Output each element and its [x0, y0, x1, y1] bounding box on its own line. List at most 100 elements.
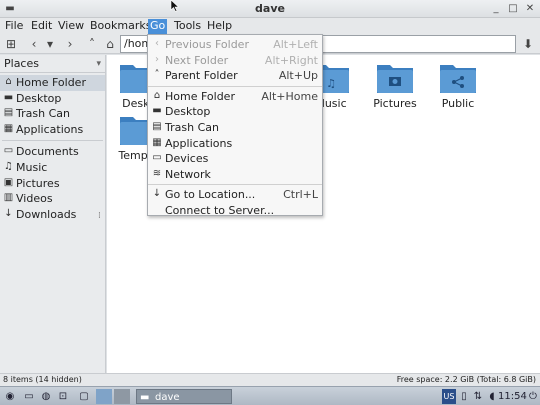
folder-item-public[interactable]: Public	[427, 61, 489, 110]
chevron-down-icon[interactable]: ▾	[96, 55, 101, 73]
menu-bookmarks[interactable]: Bookmarks	[88, 19, 153, 34]
new-tab-icon[interactable]: ⊞	[3, 36, 19, 52]
menu-item-home-folder[interactable]: ⌂ Home Folder Alt+Home	[148, 89, 322, 105]
trash-icon: ▤	[152, 120, 162, 132]
pictures-folder-icon	[377, 65, 413, 93]
menu-item-shortcut: Alt+Right	[264, 53, 318, 67]
sidebar-item-desktop[interactable]: ▬ Desktop	[0, 91, 105, 107]
public-folder-icon	[440, 65, 476, 93]
menu-item-trash-can[interactable]: ▤ Trash Can	[148, 120, 322, 136]
trash-icon: ▤	[3, 107, 14, 119]
menu-item-connect-to-server[interactable]: Connect to Server...	[148, 203, 322, 219]
menu-item-devices[interactable]: ▭ Devices	[148, 151, 322, 167]
taskbar-window-button[interactable]: ▬ dave	[136, 389, 232, 404]
forward-icon[interactable]: ›	[62, 36, 78, 52]
show-desktop-icon[interactable]: ▢	[76, 389, 92, 404]
battery-icon[interactable]: ▯	[458, 389, 470, 404]
sidebar-item-music[interactable]: ♫ Music	[0, 160, 105, 176]
sidebar-header[interactable]: Places ▾	[0, 55, 105, 73]
sidebar-item-label: Pictures	[16, 176, 60, 190]
menu-item-label: Applications	[165, 136, 233, 150]
svg-text:♫: ♫	[326, 77, 336, 90]
menu-item-label: Home Folder	[165, 89, 235, 103]
taskbar-window-label: dave	[155, 392, 180, 403]
status-item-count: 8 items (14 hidden)	[3, 375, 82, 384]
sidebar: Places ▾ ⌂ Home Folder ▬ Desktop ▤ Trash…	[0, 55, 106, 373]
back-icon[interactable]: ‹	[26, 36, 42, 52]
menu-item-go-to-location[interactable]: ↓ Go to Location... Ctrl+L	[148, 187, 322, 203]
menu-item-parent-folder[interactable]: ˄ Parent Folder Alt+Up	[148, 68, 322, 84]
go-menu: ‹ Previous Folder Alt+Left › Next Folder…	[147, 34, 323, 219]
home-icon[interactable]: ⌂	[102, 36, 118, 52]
network-status-icon[interactable]: ⇅	[472, 389, 484, 404]
menu-bar: File Edit View Bookmarks Go Tools Help	[0, 18, 540, 34]
menu-item-network[interactable]: ≋ Network	[148, 167, 322, 183]
menu-item-label: Desktop	[165, 105, 211, 119]
menu-item-label: Go to Location...	[165, 188, 256, 202]
desktop-icon: ▬	[152, 105, 162, 117]
go-arrow-icon[interactable]: ⬇	[520, 36, 536, 52]
file-manager-launcher-icon[interactable]: ▭	[22, 389, 36, 404]
status-bar: 8 items (14 hidden) Free space: 2.2 GiB …	[0, 373, 540, 386]
logout-icon[interactable]: ⏻	[528, 389, 538, 404]
close-icon[interactable]: ✕	[524, 3, 536, 15]
arrow-down-icon: ↓	[152, 188, 162, 200]
downloads-icon: ↓	[4, 207, 13, 219]
sidebar-item-label: Documents	[16, 145, 79, 159]
workspace-2[interactable]	[114, 389, 130, 404]
sidebar-item-videos[interactable]: ▥ Videos	[0, 191, 105, 207]
menu-view[interactable]: View	[56, 19, 86, 34]
menu-item-next-folder[interactable]: › Next Folder Alt+Right	[148, 53, 322, 69]
start-menu-icon[interactable]: ◉	[2, 389, 18, 404]
music-icon: ♫	[4, 160, 13, 172]
sidebar-item-label: Home Folder	[16, 76, 86, 89]
menu-item-applications[interactable]: ▦ Applications	[148, 136, 322, 152]
menu-edit[interactable]: Edit	[29, 19, 54, 34]
keyboard-layout[interactable]: US	[442, 389, 456, 404]
sidebar-item-downloads[interactable]: ↓ Downloads	[0, 207, 105, 223]
window-title: dave	[255, 2, 285, 15]
clock[interactable]: 11:54	[498, 389, 527, 404]
menu-tools[interactable]: Tools	[172, 19, 203, 34]
applications-icon: ▦	[3, 122, 14, 134]
volume-icon[interactable]: ◖	[486, 389, 498, 404]
sidebar-resize-handle[interactable]: ⁞	[98, 211, 101, 221]
menu-item-shortcut: Alt+Left	[273, 38, 318, 51]
menu-item-previous-folder[interactable]: ‹ Previous Folder Alt+Left	[148, 37, 322, 53]
taskbar: ◉ ▭ ◍ ⊡ ▢ ▬ dave US ▯ ⇅ ◖ 11:54 ⏻	[0, 386, 540, 405]
menu-item-shortcut: Ctrl+L	[283, 188, 318, 202]
sidebar-item-documents[interactable]: ▭ Documents	[0, 144, 105, 160]
videos-icon: ▥	[3, 192, 14, 204]
chevron-left-icon: ‹	[155, 38, 159, 49]
minimize-icon[interactable]: _	[490, 3, 502, 15]
up-icon[interactable]: ˄	[84, 36, 100, 52]
sidebar-item-trash-can[interactable]: ▤ Trash Can	[0, 106, 105, 122]
menu-item-label: Next Folder	[165, 53, 229, 67]
menu-item-shortcut: Alt+Home	[261, 89, 318, 103]
maximize-icon[interactable]: □	[507, 3, 519, 15]
network-launcher-icon[interactable]: ⊡	[56, 389, 70, 404]
menu-file[interactable]: File	[3, 19, 25, 34]
back-history-icon[interactable]: ▾	[42, 36, 58, 52]
menu-help[interactable]: Help	[205, 19, 234, 34]
sidebar-item-applications[interactable]: ▦ Applications	[0, 122, 105, 138]
sidebar-item-pictures[interactable]: ▣ Pictures	[0, 176, 105, 192]
applications-icon: ▦	[152, 136, 162, 148]
sidebar-divider	[2, 140, 103, 142]
folder-item-pictures[interactable]: Pictures	[364, 61, 426, 110]
menu-item-label: Connect to Server...	[165, 203, 275, 217]
chevron-up-icon: ˄	[154, 69, 160, 81]
menu-divider	[148, 184, 322, 186]
menu-item-label: Network	[165, 167, 211, 181]
sidebar-item-label: Music	[16, 160, 48, 174]
devices-icon: ▭	[152, 152, 162, 164]
menu-item-label: Trash Can	[165, 120, 219, 134]
menu-item-desktop[interactable]: ▬ Desktop	[148, 104, 322, 120]
sidebar-item-home-folder[interactable]: ⌂ Home Folder	[0, 75, 105, 91]
home-icon: ⌂	[153, 89, 161, 101]
sidebar-item-label: Downloads	[16, 207, 77, 221]
menu-item-label: Previous Folder	[165, 38, 249, 51]
menu-go[interactable]: Go	[148, 19, 168, 34]
workspace-1[interactable]	[96, 389, 112, 404]
browser-launcher-icon[interactable]: ◍	[39, 389, 53, 404]
